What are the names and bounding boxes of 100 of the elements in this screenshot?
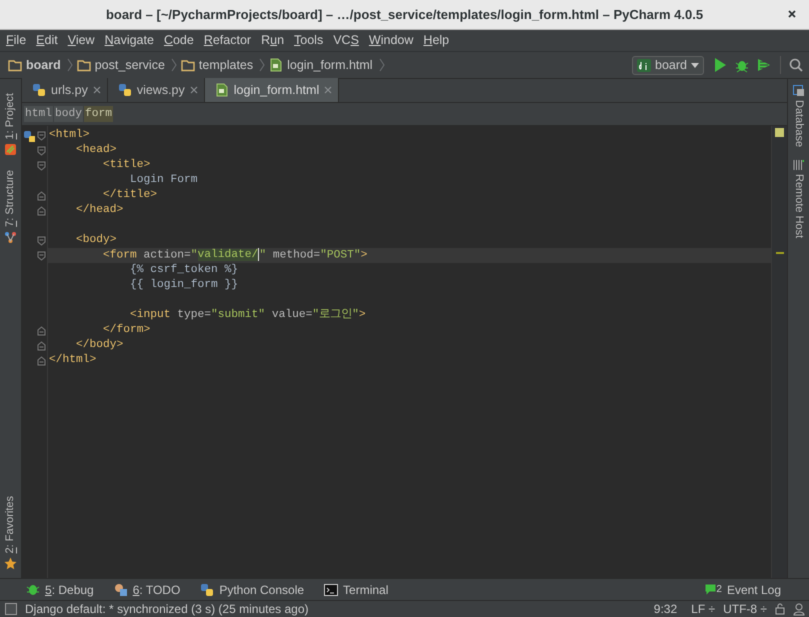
code-token: " <box>190 249 198 262</box>
code-token: <form <box>102 249 138 262</box>
tool-window-tab[interactable]: Remote Host <box>790 159 807 238</box>
folder-icon <box>180 58 195 72</box>
code-token: <html> <box>49 129 90 141</box>
file-icon <box>214 83 229 97</box>
django-icon <box>637 58 652 72</box>
code-token: </form> <box>102 324 150 336</box>
code-token: > <box>360 249 368 262</box>
project-icon <box>4 143 17 156</box>
code-token: <input <box>129 309 172 321</box>
fold-marker-icon <box>36 146 46 156</box>
code-token: Login Form <box>129 174 198 186</box>
tool-window-tab[interactable]: 2: Favorites <box>2 496 19 570</box>
menu-item[interactable]: File <box>1 31 32 50</box>
close-icon <box>324 86 332 94</box>
close-tab-button[interactable] <box>92 86 101 94</box>
code-token: "submit" <box>211 309 266 321</box>
tag-breadcrumb[interactable]: html <box>24 106 54 122</box>
play-icon <box>714 58 726 72</box>
encoding-selector[interactable]: UTF-8 ÷ <box>723 600 767 617</box>
folder-icon <box>76 58 91 72</box>
server-icon <box>792 159 804 172</box>
tag-breadcrumb[interactable]: form <box>84 106 114 122</box>
run-config-dropdown[interactable]: board <box>632 56 704 74</box>
search-button[interactable] <box>787 56 805 74</box>
event-log-button[interactable]: 2 Event Log <box>705 580 781 598</box>
code-token: action= <box>144 249 191 262</box>
breadcrumb-item[interactable]: board <box>8 56 61 74</box>
fold-marker-icon <box>36 206 46 216</box>
code-token: </head> <box>75 204 124 216</box>
menu-item[interactable]: Edit <box>31 31 63 50</box>
search-icon <box>789 58 803 72</box>
code-token: type= <box>177 309 212 321</box>
menu-item[interactable]: Code <box>158 31 199 50</box>
code-token: "POST" <box>320 249 361 262</box>
code-token: {% csrf_token %} <box>129 264 238 276</box>
menu-item[interactable]: VCS <box>328 31 364 50</box>
tool-window-tab[interactable]: Python Console <box>200 580 304 598</box>
breadcrumb-item[interactable]: login_form.html <box>269 56 373 74</box>
editor-tab[interactable]: urls.py <box>22 78 108 102</box>
editor-tab[interactable]: login_form.html <box>204 78 340 102</box>
code-token: value= <box>270 309 312 321</box>
menu-item[interactable]: Navigate <box>100 31 159 50</box>
python-file-icon <box>32 83 46 97</box>
fold-marker-icon <box>36 326 46 336</box>
line-separator-selector[interactable]: LF ÷ <box>691 600 716 617</box>
tool-window-tab[interactable]: 5: Debug <box>26 580 94 598</box>
event-count: 2 <box>716 585 722 595</box>
window-title: board – [~/PycharmProjects/board] – …/post_service/templates/login_form.html – PyCharm 4.0.5 <box>106 6 704 24</box>
close-icon <box>190 86 198 94</box>
message-icon <box>705 584 716 595</box>
menu-item[interactable]: Help <box>418 31 454 50</box>
tool-window-tab[interactable]: Database <box>790 85 807 148</box>
code-token: <head> <box>75 144 117 156</box>
todo-icon <box>114 582 128 596</box>
code-token: "로그인" <box>312 309 359 321</box>
tag-breadcrumb[interactable]: body <box>54 106 84 122</box>
menu-item[interactable]: Window <box>364 31 418 50</box>
editor-tab[interactable]: views.py <box>108 78 205 102</box>
code-token: </body> <box>75 339 124 351</box>
terminal-icon <box>324 582 338 596</box>
chevron-icon <box>378 58 385 72</box>
code-token: validate/ <box>198 249 258 262</box>
tool-window-tab[interactable]: Terminal <box>324 580 388 598</box>
bug-icon <box>26 582 40 596</box>
code-token: </html> <box>49 354 96 366</box>
chevron-icon <box>170 58 177 72</box>
menu-item[interactable]: View <box>62 31 100 50</box>
code-token: </title> <box>102 189 158 201</box>
tool-window-tab[interactable]: 6: TODO <box>114 580 180 598</box>
inspector-icon <box>793 602 805 616</box>
menu-item[interactable]: Run <box>256 31 290 50</box>
close-icon <box>92 86 101 94</box>
breadcrumb-item[interactable]: templates <box>180 56 254 74</box>
tool-windows-toggle[interactable] <box>5 603 17 615</box>
close-tab-button[interactable] <box>324 86 332 94</box>
code-token: <title> <box>102 159 150 171</box>
inspection-status-icon <box>775 128 784 137</box>
code-token: method= <box>272 249 320 262</box>
lock-icon <box>775 603 785 615</box>
menu-item[interactable]: Tools <box>289 31 328 50</box>
caret-position[interactable]: 9:32 <box>654 600 678 617</box>
structure-icon <box>4 231 17 244</box>
tool-window-tab[interactable]: 7: Structure <box>2 170 19 244</box>
breadcrumb-item[interactable]: post_service <box>76 56 165 74</box>
python-icon <box>200 582 214 596</box>
fold-marker-icon <box>36 236 46 246</box>
fold-marker-icon <box>36 250 46 260</box>
chevron-icon <box>259 58 266 72</box>
fold-marker-icon <box>36 340 46 350</box>
chevron-icon <box>66 58 73 72</box>
tool-window-tab[interactable]: 1: Project <box>2 93 19 156</box>
code-token: " <box>259 249 266 262</box>
status-message: Django default: * synchronized (3 s) (25 minutes ago) <box>25 601 310 617</box>
database-icon <box>792 85 804 97</box>
menu-item[interactable]: Refactor <box>198 31 256 50</box>
close-tab-button[interactable] <box>190 86 198 94</box>
fold-marker-icon <box>36 356 46 366</box>
star-icon <box>4 557 17 570</box>
